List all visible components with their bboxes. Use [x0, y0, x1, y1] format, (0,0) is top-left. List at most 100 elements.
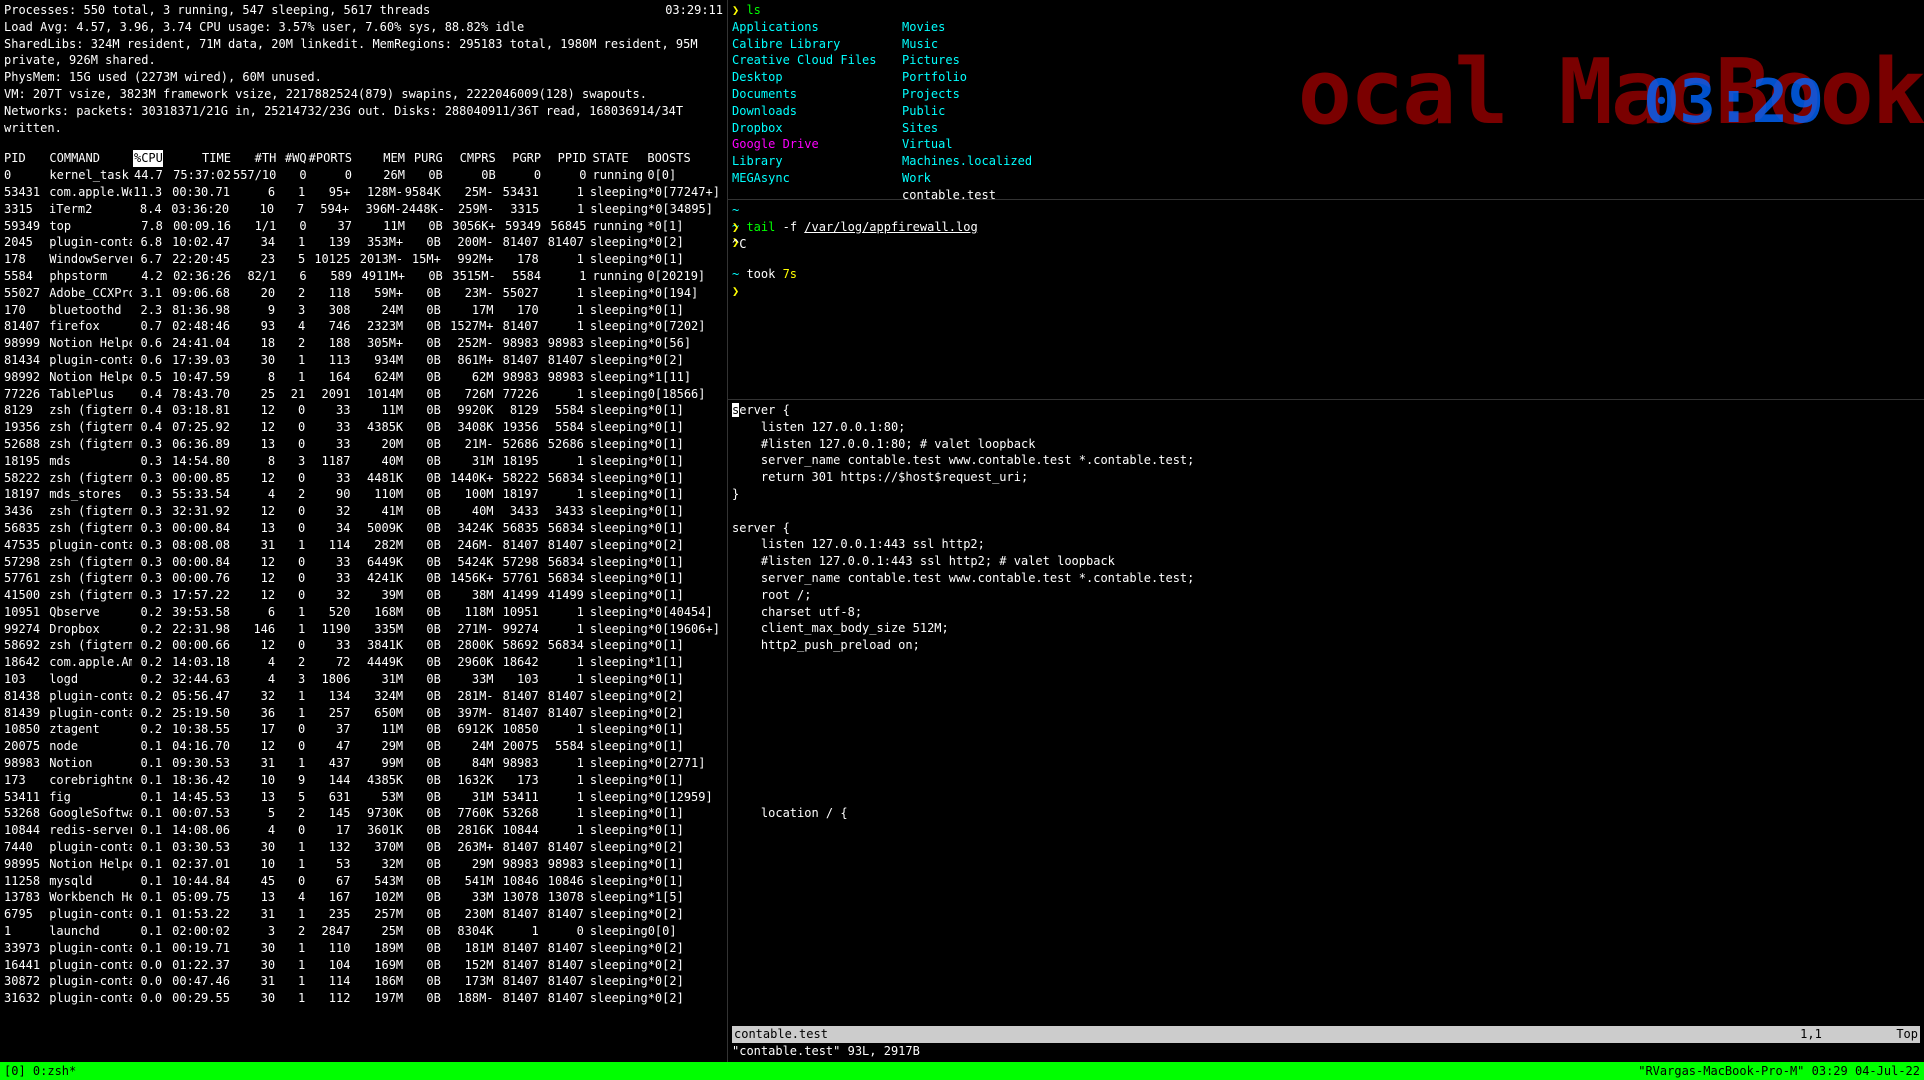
process-list: 0kernel_task44.775:37:02557/100026M0B0B0…	[0, 167, 727, 1007]
vim-line: charset utf-8;	[732, 604, 1920, 621]
vim-line	[732, 654, 1920, 671]
vim-line: server {	[732, 402, 1920, 419]
process-row: 18195mds0.314:54.8083118740M0B31M181951s…	[0, 453, 727, 470]
ls-item: Desktop	[732, 69, 902, 86]
took-time: 7s	[783, 267, 797, 281]
ls-command: ls	[746, 3, 760, 17]
col-ppid: PPID	[541, 150, 586, 167]
process-row: 5584phpstorm4.202:36:2682/165894911M+0B3…	[0, 268, 727, 285]
process-row: 0kernel_task44.775:37:02557/100026M0B0B0…	[0, 167, 727, 184]
vim-line: #listen 127.0.0.1:443 ssl http2; # valet…	[732, 553, 1920, 570]
process-row: 103logd0.232:44.6343180631M0B33M1031slee…	[0, 671, 727, 688]
right-pane-group: ❯ ls ApplicationsCalibre LibraryCreative…	[728, 0, 1924, 1062]
summary-line: Processes: 550 total, 3 running, 547 sle…	[4, 2, 430, 19]
process-row: 52688zsh (figterm0.306:36.891303320M0B21…	[0, 436, 727, 453]
ls-pane[interactable]: ❯ ls ApplicationsCalibre LibraryCreative…	[728, 0, 1924, 200]
vim-line	[732, 671, 1920, 688]
process-row: 1launchd0.102:00:0232284725M0B8304K10sle…	[0, 923, 727, 940]
col-cpu-sorted: %CPU	[133, 150, 163, 167]
vim-line	[732, 788, 1920, 805]
ls-item: MEGAsync	[732, 170, 902, 187]
prompt-icon: ❯	[732, 283, 1920, 300]
tmux-session-info[interactable]: [0] 0:zsh*	[4, 1063, 76, 1080]
vim-pane[interactable]: server { listen 127.0.0.1:80; #listen 12…	[728, 400, 1924, 1062]
vim-cursor: s	[732, 403, 739, 417]
vim-scroll-pos: Top	[1896, 1027, 1918, 1041]
col-purg: PURG	[405, 150, 443, 167]
ls-item: Virtual Machines.localized	[902, 136, 1072, 170]
process-row: 13783Workbench He0.105:09.75134167102M0B…	[0, 889, 727, 906]
process-row: 57298zsh (figterm0.300:00.84120336449K0B…	[0, 554, 727, 571]
process-row: 53411fig0.114:45.5313563153M0B31M534111s…	[0, 789, 727, 806]
top-column-header: PID COMMAND %CPU TIME #TH #WQ #PORTS MEM…	[0, 150, 727, 167]
process-row: 7440plugin-conta0.103:30.53301132370M0B2…	[0, 839, 727, 856]
process-row: 47535plugin-conta0.308:08.08311114282M0B…	[0, 537, 727, 554]
process-row: 99274Dropbox0.222:31.9814611190335M0B271…	[0, 621, 727, 638]
process-row: 3315iTerm28.403:36:20107594+396M-2448K-2…	[0, 201, 727, 218]
top-summary: Processes: 550 total, 3 running, 547 sle…	[0, 0, 727, 150]
vim-line: server {	[732, 520, 1920, 537]
summary-line: PhysMem: 15G used (2273M wired), 60M unu…	[4, 69, 723, 86]
process-row: 55027Adobe_CCXPro3.109:06.6820211859M+0B…	[0, 285, 727, 302]
tail-pane[interactable]: ~ ❯ tail -f /var/log/appfirewall.log ^C …	[728, 200, 1924, 400]
process-row: 53431com.apple.We11.300:30.716195+128M-9…	[0, 184, 727, 201]
process-row: 57761zsh (figterm0.300:00.76120334241K0B…	[0, 570, 727, 587]
process-row: 18642com.apple.Am0.214:03.1842724449K0B2…	[0, 654, 727, 671]
vim-line: }	[732, 486, 1920, 503]
process-row: 10951Qbserve0.239:53.5861520168M0B118M10…	[0, 604, 727, 621]
ls-item: Applications	[732, 19, 902, 36]
process-row: 77226TablePlus0.478:43.70252120911014M0B…	[0, 386, 727, 403]
vim-line: server_name contable.test www.contable.t…	[732, 570, 1920, 587]
vim-line: #listen 127.0.0.1:80; # valet loopback	[732, 436, 1920, 453]
vim-cursor-pos: 1,1	[1800, 1027, 1822, 1041]
vim-line	[732, 738, 1920, 755]
top-pane[interactable]: Processes: 550 total, 3 running, 547 sle…	[0, 0, 728, 1062]
process-row: 173corebrightne0.118:36.421091444385K0B1…	[0, 772, 727, 789]
vim-line: client_max_body_size 512M;	[732, 620, 1920, 637]
col-pgrp: PGRP	[496, 150, 541, 167]
process-row: 30872plugin-conta0.000:47.46311114186M0B…	[0, 973, 727, 990]
col-th: #TH	[231, 150, 276, 167]
process-row: 98992Notion Helpe0.510:47.5981164624M0B6…	[0, 369, 727, 386]
col-cmprs: CMPRS	[443, 150, 496, 167]
vim-statusline: contable.test 1,1 Top	[732, 1026, 1920, 1043]
vim-line: http2_push_preload on;	[732, 637, 1920, 654]
process-row: 41500zsh (figterm0.317:57.221203239M0B38…	[0, 587, 727, 604]
ls-item: Calibre Library	[732, 36, 902, 53]
process-row: 10844redis-server0.114:08.0640173601K0B2…	[0, 822, 727, 839]
process-row: 19356zsh (figterm0.407:25.92120334385K0B…	[0, 419, 727, 436]
vim-line: return 301 https://$host$request_uri;	[732, 469, 1920, 486]
process-row: 58222zsh (figterm0.300:00.85120334481K0B…	[0, 470, 727, 487]
vim-line: server_name contable.test www.contable.t…	[732, 452, 1920, 469]
ls-item: Work	[902, 170, 1072, 187]
ls-output: ApplicationsCalibre LibraryCreative Clou…	[732, 19, 1920, 204]
process-row: 6795plugin-conta0.101:53.22311235257M0B2…	[0, 906, 727, 923]
ls-item: Sites	[902, 120, 1072, 137]
col-state: STATE	[587, 150, 648, 167]
process-row: 2045plugin-conta6.810:02.47341139353M+0B…	[0, 234, 727, 251]
process-row: 53268GoogleSoftwa0.100:07.53521459730K0B…	[0, 805, 727, 822]
process-row: 18197mds_stores0.355:33.544290110M0B100M…	[0, 486, 727, 503]
ls-item: Portfolio	[902, 69, 1072, 86]
tmux-statusbar[interactable]: [0] 0:zsh* "RVargas-MacBook-Pro-M" 03:29…	[0, 1062, 1924, 1080]
process-row: 3436zsh (figterm0.332:31.921203241M0B40M…	[0, 503, 727, 520]
prompt-icon: ❯	[732, 3, 746, 17]
ctrl-c: ^C	[732, 236, 1920, 253]
process-row: 98999Notion Helpe0.624:41.04182188305M+0…	[0, 335, 727, 352]
process-row: 98995Notion Helpe0.102:37.011015332M0B29…	[0, 856, 727, 873]
process-row: 59349top7.800:09.161/103711M0B3056K+5934…	[0, 218, 727, 235]
col-pid: PID	[4, 150, 49, 167]
col-time: TIME	[163, 150, 231, 167]
vim-line	[732, 772, 1920, 789]
ls-item: Documents	[732, 86, 902, 103]
tmux-host-time: "RVargas-MacBook-Pro-M" 03:29 04-Jul-22	[1638, 1063, 1920, 1080]
vim-line: listen 127.0.0.1:443 ssl http2;	[732, 536, 1920, 553]
ls-item: Google Drive	[732, 136, 902, 153]
ls-item: Library	[732, 153, 902, 170]
tail-path: /var/log/appfirewall.log	[804, 220, 977, 234]
vim-buffer[interactable]: server { listen 127.0.0.1:80; #listen 12…	[732, 402, 1920, 1026]
vim-line	[732, 721, 1920, 738]
summary-line: VM: 207T vsize, 3823M framework vsize, 2…	[4, 86, 723, 103]
tail-command: tail	[746, 220, 775, 234]
process-row: 31632plugin-conta0.000:29.55301112197M0B…	[0, 990, 727, 1007]
